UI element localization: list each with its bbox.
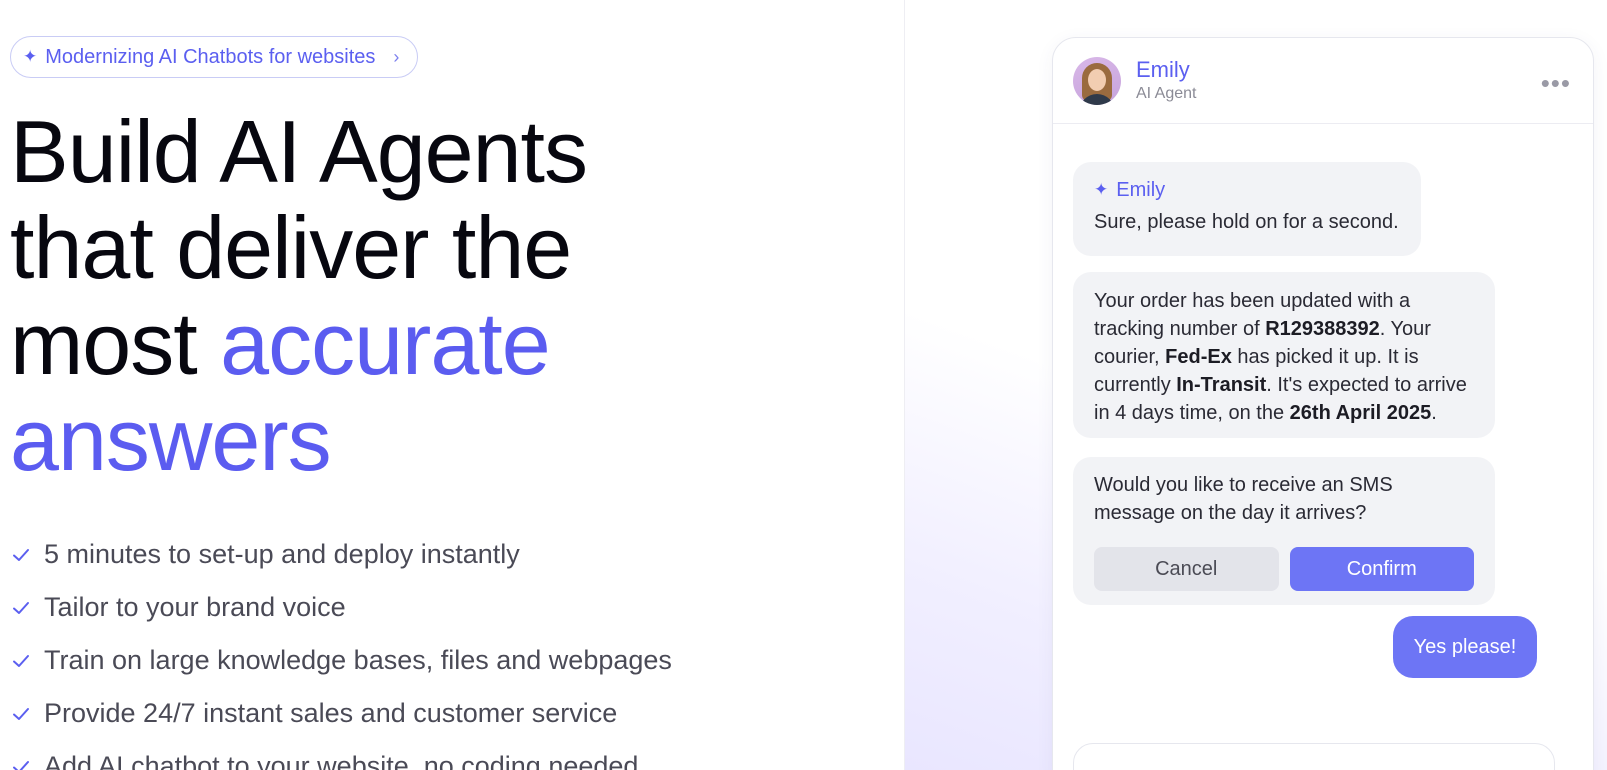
feature-text: Add AI chatbot to your website, no codin… — [44, 751, 639, 770]
delivery-date: 26th April 2025 — [1289, 402, 1432, 424]
feature-text: Train on large knowledge bases, files an… — [44, 645, 672, 675]
message-text: Would you like to receive an SMS message… — [1094, 474, 1393, 524]
feature-text: Provide 24/7 instant sales and customer … — [44, 698, 618, 728]
agent-message: ✦ Emily Sure, please hold on for a secon… — [1073, 162, 1421, 256]
agent-info: Emily AI Agent — [1136, 57, 1197, 105]
landing-page: ✦ Modernizing AI Chatbots for websites ›… — [0, 0, 1607, 770]
hero-headline: Build AI Agents that deliver the most ac… — [10, 104, 870, 488]
chevron-right-icon: › — [393, 46, 400, 67]
message-text: . — [1431, 402, 1437, 424]
more-horizontal-icon[interactable]: ••• — [1541, 68, 1571, 99]
chat-widget: Emily AI Agent ••• ✦ Emily Sure, please … — [1052, 37, 1594, 770]
headline-line-4: answers — [10, 390, 332, 489]
feature-list: 5 minutes to set-up and deploy instantly… — [10, 528, 870, 770]
sender-name: Emily — [1116, 179, 1166, 201]
announcement-pill[interactable]: ✦ Modernizing AI Chatbots for websites › — [10, 36, 419, 78]
message-text: Sure, please hold on for a second. — [1094, 211, 1399, 233]
message-sender: ✦ Emily — [1094, 176, 1400, 204]
headline-line-3: most — [10, 294, 221, 393]
feature-text: 5 minutes to set-up and deploy instantly — [44, 539, 520, 569]
avatar — [1073, 56, 1121, 105]
check-icon — [13, 601, 29, 614]
chat-header: Emily AI Agent ••• — [1053, 38, 1593, 124]
chat-preview-panel: Emily AI Agent ••• ✦ Emily Sure, please … — [904, 0, 1607, 770]
headline-line-2: that deliver the — [10, 198, 572, 297]
feature-item: 5 minutes to set-up and deploy instantly — [10, 528, 870, 581]
message-composer[interactable] — [1073, 743, 1555, 770]
agent-name: Emily — [1136, 56, 1190, 82]
shipment-status: In-Transit — [1176, 374, 1267, 396]
message-actions: Cancel Confirm — [1094, 547, 1474, 591]
confirm-button[interactable]: Confirm — [1289, 547, 1474, 591]
sparkle-icon: ✦ — [1094, 180, 1109, 199]
feature-item: Train on large knowledge bases, files an… — [10, 634, 870, 687]
agent-message: Would you like to receive an SMS message… — [1073, 457, 1495, 605]
agent-role: AI Agent — [1136, 84, 1197, 102]
sparkle-icon: ✦ — [23, 47, 38, 66]
headline-accent-word: accurate — [220, 294, 551, 393]
tracking-number: R129388392 — [1265, 318, 1380, 340]
feature-item: Provide 24/7 instant sales and customer … — [10, 687, 870, 740]
feature-item: Tailor to your brand voice — [10, 581, 870, 634]
hero-section: ✦ Modernizing AI Chatbots for websites ›… — [10, 36, 870, 770]
courier-name: Fed-Ex — [1165, 346, 1232, 368]
feature-text: Tailor to your brand voice — [44, 592, 346, 622]
check-icon — [13, 707, 29, 720]
agent-message: Your order has been updated with a track… — [1073, 272, 1495, 438]
check-icon — [13, 760, 29, 770]
check-icon — [13, 548, 29, 561]
check-icon — [13, 654, 29, 667]
announcement-label: Modernizing AI Chatbots for websites — [45, 45, 376, 68]
headline-line-1: Build AI Agents — [10, 102, 588, 201]
feature-item: Add AI chatbot to your website, no codin… — [10, 740, 870, 770]
user-message: Yes please! — [1393, 616, 1537, 678]
cancel-button[interactable]: Cancel — [1094, 547, 1279, 591]
